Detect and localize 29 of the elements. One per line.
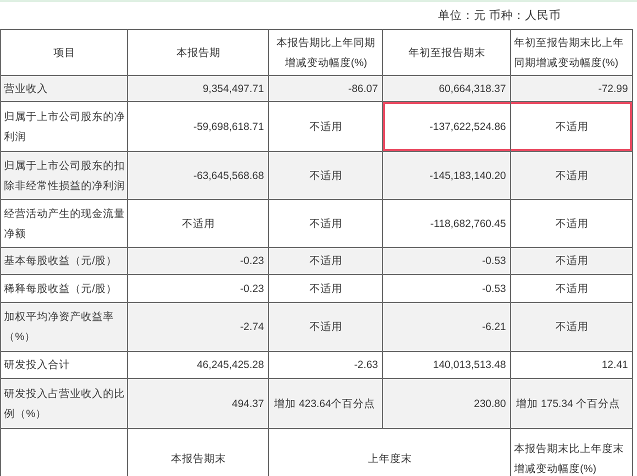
table-cell: 增加 175.34 个百分点 <box>510 378 632 428</box>
table-cell: 9,354,497.71 <box>128 76 268 102</box>
table-cell: 增加 423.64个百分点 <box>268 378 382 428</box>
table-cell: -145,183,140.20 <box>382 152 510 200</box>
table-cell: 基本每股收益（元/股） <box>0 248 128 274</box>
table-cell: 加权平均净资产收益率（%） <box>0 302 128 352</box>
table-cell: -6.21 <box>382 302 510 352</box>
table-cell: 不适用 <box>510 102 632 152</box>
table-cell: 不适用 <box>510 152 632 200</box>
table-cell: -137,622,524.86 <box>382 102 510 152</box>
table-cell: 230.80 <box>382 378 510 428</box>
table-cell: 归属于上市公司股东的扣除非经常性损益的净利润 <box>0 152 128 200</box>
table-cell: -72.99 <box>510 76 632 102</box>
table-cell: 营业收入 <box>0 76 128 102</box>
table-cell: -0.53 <box>382 248 510 274</box>
unit-label: 单位：元 币种：人民币 <box>438 8 561 23</box>
table-cell: 不适用 <box>268 152 382 200</box>
table-cell: -2.74 <box>128 302 268 352</box>
table-cell: 60,664,318.37 <box>382 76 510 102</box>
table-cell: 研发投入占营业收入的比例（%） <box>0 378 128 428</box>
table-cell: 494.37 <box>128 378 268 428</box>
table-cell: 不适用 <box>268 302 382 352</box>
table-cell: -86.07 <box>268 76 382 102</box>
table-cell: 不适用 <box>510 248 632 274</box>
table-cell: 不适用 <box>268 248 382 274</box>
header-cell: 项目 <box>0 30 128 76</box>
table-cell: -0.23 <box>128 248 268 274</box>
table-cell: 不适用 <box>510 302 632 352</box>
table-cell: -63,645,568.68 <box>128 152 268 200</box>
